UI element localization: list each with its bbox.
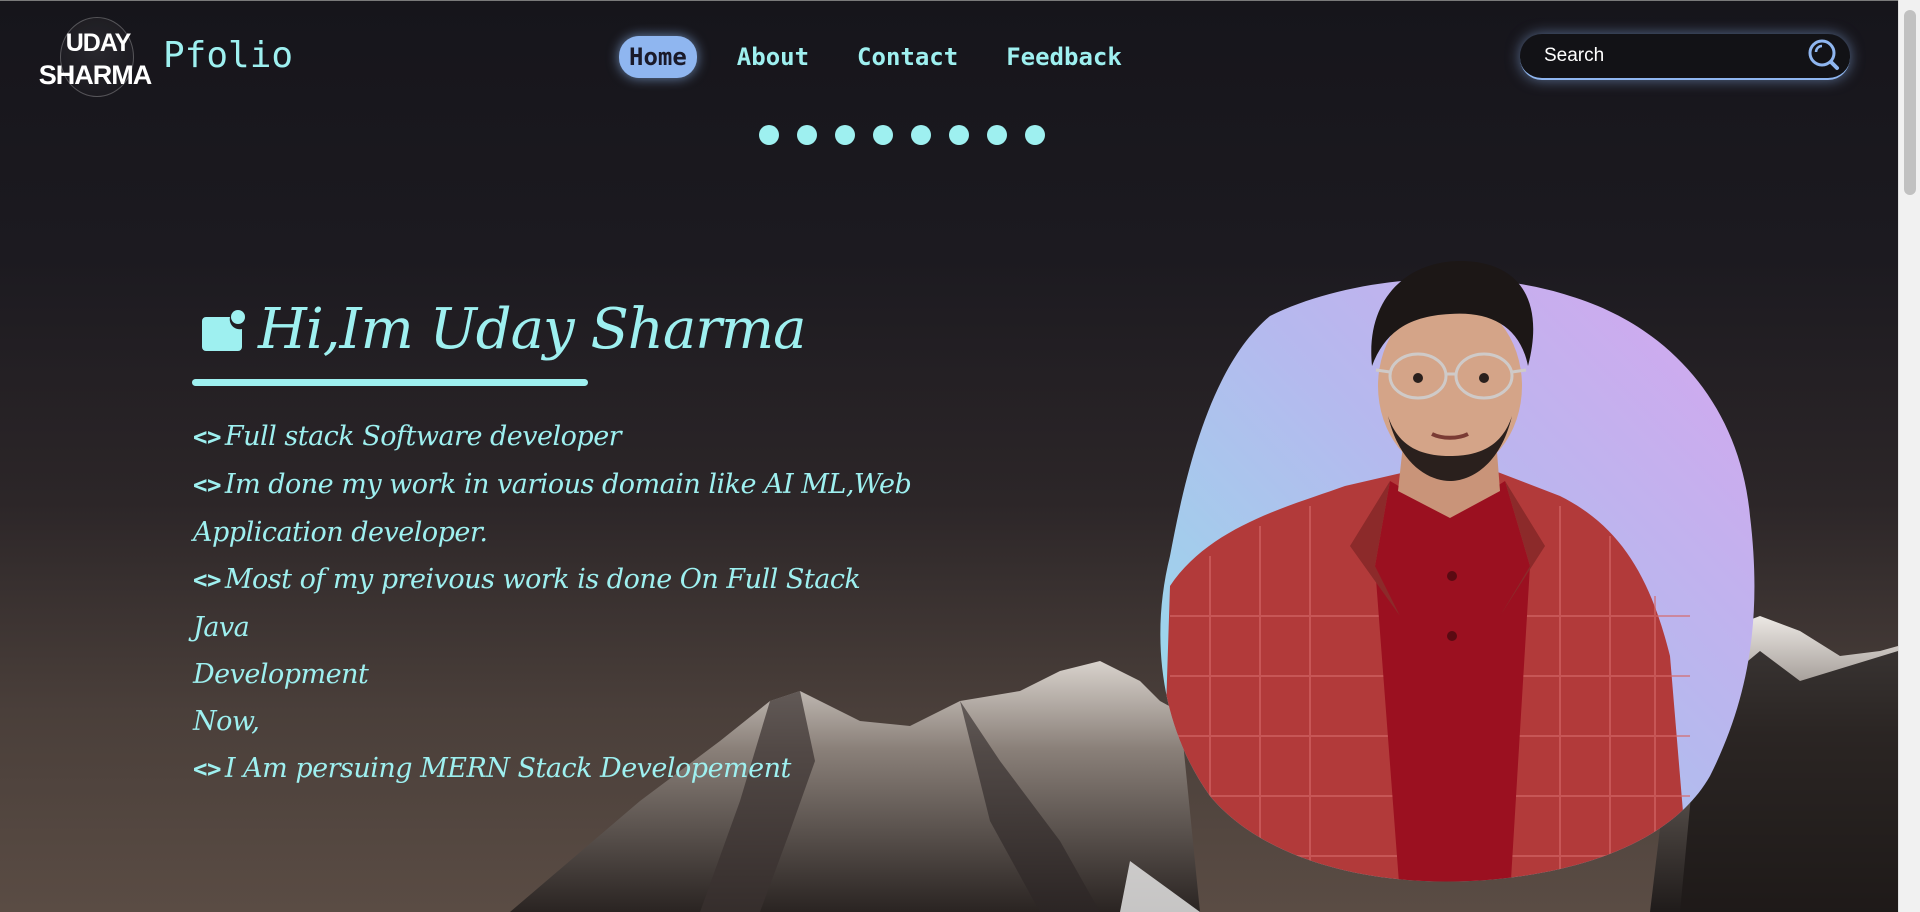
carousel-dot[interactable] — [835, 125, 855, 145]
desc-text: Most of my preivous work is done On Full… — [193, 564, 861, 643]
logo[interactable]: UDAY SHARMA — [36, 15, 152, 99]
desc-line: Application developer. — [193, 517, 488, 548]
desc-text: Im done my work in various domain like A… — [224, 469, 912, 500]
carousel-dots — [759, 125, 1063, 145]
profile-photo — [1160, 261, 1755, 882]
code-icon: <> — [193, 566, 221, 594]
carousel-dot[interactable] — [759, 125, 779, 145]
desc-line: Now, — [193, 706, 260, 737]
page: UDAY SHARMA Pfolio Home About Contact Fe… — [0, 1, 1898, 912]
search-input[interactable] — [1544, 34, 1804, 78]
desc-text: Full stack Software developer — [224, 421, 622, 452]
note-icon — [202, 310, 245, 351]
nav-contact[interactable]: Contact — [857, 36, 958, 78]
carousel-dot[interactable] — [797, 125, 817, 145]
main-nav: Home About Contact Feedback — [619, 36, 1170, 78]
carousel-dot[interactable] — [1025, 125, 1045, 145]
code-icon: <> — [193, 755, 221, 783]
brand-name[interactable]: Pfolio — [163, 35, 293, 76]
carousel-dot[interactable] — [949, 125, 969, 145]
intro-heading: Hi,Im Uday Sharma — [258, 297, 807, 362]
carousel-dot[interactable] — [987, 125, 1007, 145]
carousel-dot[interactable] — [873, 125, 893, 145]
nav-feedback[interactable]: Feedback — [1006, 36, 1122, 78]
page-scrollbar[interactable] — [1898, 0, 1920, 912]
code-icon: <> — [193, 471, 221, 499]
nav-home[interactable]: Home — [619, 36, 697, 78]
desc-line: <> Most of my preivous work is done On Fu… — [193, 556, 913, 651]
intro-description: <> Full stack Software developer <> Im don… — [193, 413, 913, 793]
code-icon: <> — [193, 423, 221, 451]
search-box — [1520, 34, 1850, 80]
search-button[interactable] — [1806, 38, 1840, 72]
desc-line: <> Full stack Software developer — [193, 413, 913, 461]
logo-text-uday: UDAY — [65, 29, 132, 57]
logo-text-sharma: SHARMA — [38, 60, 153, 90]
scrollbar-thumb[interactable] — [1904, 10, 1916, 195]
search-icon — [1808, 39, 1839, 70]
heading-underline — [192, 379, 588, 386]
carousel-dot[interactable] — [911, 125, 931, 145]
desc-line: Development — [193, 659, 369, 690]
nav-about[interactable]: About — [737, 36, 809, 78]
desc-text: I Am persuing MERN Stack Developement — [224, 753, 791, 784]
desc-line: <> Im done my work in various domain like… — [193, 461, 913, 509]
desc-line: <> I Am persuing MERN Stack Developement — [193, 745, 913, 793]
